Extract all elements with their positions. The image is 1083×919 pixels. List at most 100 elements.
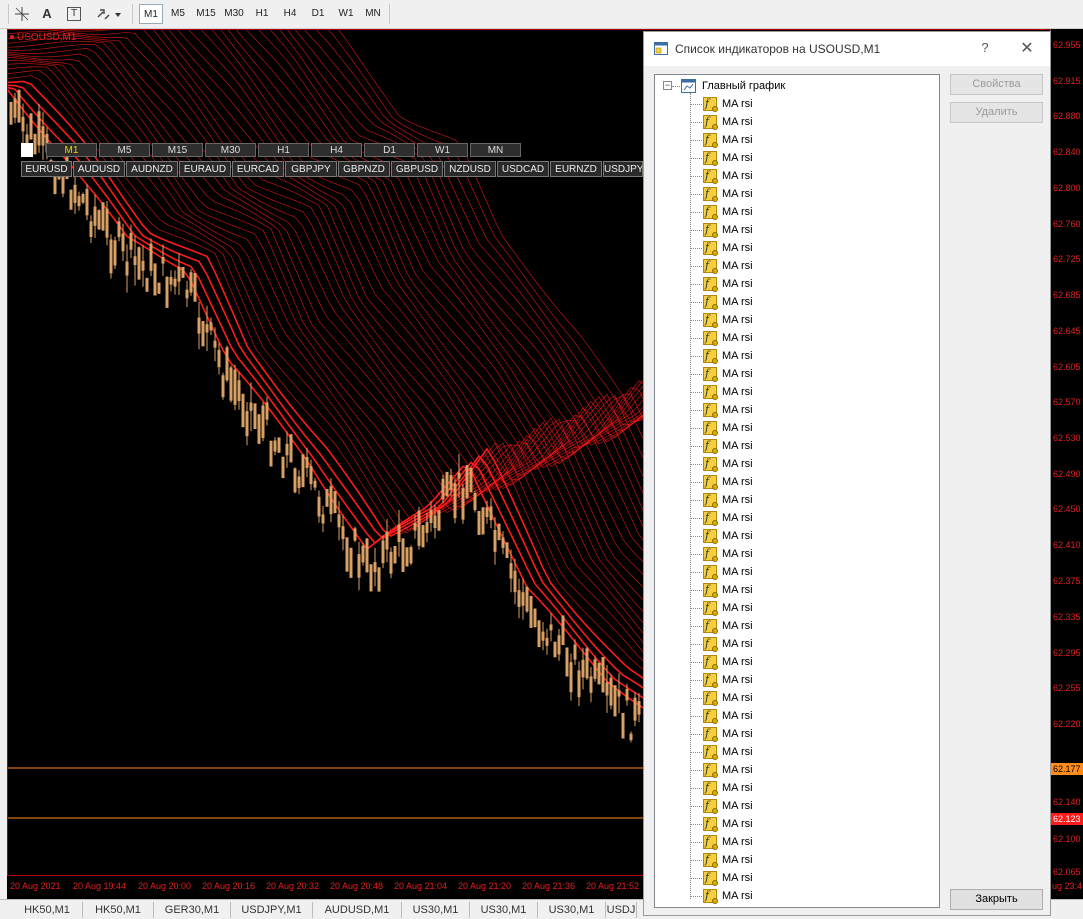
indicator-item[interactable]: f MA rsi [655, 419, 939, 437]
overlay-timeframe-m5[interactable]: M5 [99, 143, 150, 157]
overlay-symbol-audusd[interactable]: AUDUSD [73, 161, 125, 177]
indicator-item[interactable]: f MA rsi [655, 617, 939, 635]
indicator-item[interactable]: f MA rsi [655, 473, 939, 491]
indicator-label: MA rsi [722, 260, 753, 272]
indicator-item[interactable]: f MA rsi [655, 869, 939, 887]
indicator-item[interactable]: f MA rsi [655, 239, 939, 257]
delete-button[interactable]: Удалить [950, 102, 1043, 123]
indicator-item[interactable]: f MA rsi [655, 401, 939, 419]
overlay-symbol-eurusd[interactable]: EURUSD [21, 161, 72, 177]
indicator-item[interactable]: f MA rsi [655, 311, 939, 329]
overlay-timeframe-w1[interactable]: W1 [417, 143, 468, 157]
timeframe-button-w1[interactable]: W1 [335, 4, 357, 24]
indicator-item[interactable]: f MA rsi [655, 203, 939, 221]
indicator-item[interactable]: f MA rsi [655, 347, 939, 365]
chart-tab[interactable]: USDJ [606, 902, 637, 918]
timeframe-button-m15[interactable]: M15 [193, 4, 219, 24]
indicator-item[interactable]: f MA rsi [655, 365, 939, 383]
indicator-item[interactable]: f MA rsi [655, 833, 939, 851]
indicator-item[interactable]: f MA rsi [655, 131, 939, 149]
candle-body [169, 277, 173, 285]
overlay-timeframe-m30[interactable]: M30 [205, 143, 256, 157]
indicator-item[interactable]: f MA rsi [655, 527, 939, 545]
chart-tab[interactable]: AUDUSD,M1 [313, 902, 402, 918]
indicator-item[interactable]: f MA rsi [655, 275, 939, 293]
indicator-item[interactable]: f MA rsi [655, 383, 939, 401]
timeframe-button-mn[interactable]: MN [361, 4, 385, 24]
help-button[interactable]: ? [977, 40, 993, 55]
indicator-item[interactable]: f MA rsi [655, 329, 939, 347]
indicator-item[interactable]: f MA rsi [655, 167, 939, 185]
indicator-item[interactable]: f MA rsi [655, 221, 939, 239]
text-label-tool-button[interactable]: T [67, 7, 81, 21]
close-icon[interactable]: ✕ [1019, 38, 1035, 58]
indicator-item[interactable]: f MA rsi [655, 797, 939, 815]
timeframe-button-m1[interactable]: M1 [139, 4, 163, 24]
crosshair-icon[interactable] [14, 6, 30, 22]
indicator-item[interactable]: f MA rsi [655, 815, 939, 833]
indicator-item[interactable]: f MA rsi [655, 743, 939, 761]
indicator-item[interactable]: f MA rsi [655, 779, 939, 797]
indicator-item[interactable]: f MA rsi [655, 707, 939, 725]
overlay-symbol-eurnzd[interactable]: EURNZD [550, 161, 602, 177]
candle-body [389, 551, 393, 574]
chart-tab[interactable]: US30,M1 [538, 902, 606, 918]
indicator-item[interactable]: f MA rsi [655, 725, 939, 743]
overlay-timeframe-d1[interactable]: D1 [364, 143, 415, 157]
overlay-symbol-audnzd[interactable]: AUDNZD [126, 161, 178, 177]
chart-tab[interactable]: GER30,M1 [154, 902, 231, 918]
overlay-symbol-nzdusd[interactable]: NZDUSD [444, 161, 496, 177]
overlay-symbol-gbpjpy[interactable]: GBPJPY [285, 161, 337, 177]
indicator-item[interactable]: f MA rsi [655, 887, 939, 905]
timeframe-button-m5[interactable]: M5 [166, 4, 190, 24]
timeframe-button-h4[interactable]: H4 [279, 4, 301, 24]
indicator-item[interactable]: f MA rsi [655, 599, 939, 617]
indicator-item[interactable]: f MA rsi [655, 509, 939, 527]
text-tool-button[interactable]: A [39, 6, 55, 22]
overlay-symbol-eurcad[interactable]: EURCAD [232, 161, 284, 177]
indicator-item[interactable]: f MA rsi [655, 689, 939, 707]
timeframe-button-m30[interactable]: M30 [222, 4, 246, 24]
close-button[interactable]: Закрыть [950, 889, 1043, 910]
indicator-item[interactable]: f MA rsi [655, 455, 939, 473]
chart-tab[interactable]: USDJPY,M1 [231, 902, 313, 918]
indicator-item[interactable]: f MA rsi [655, 113, 939, 131]
arrows-dropdown-button[interactable] [95, 6, 123, 22]
overlay-symbol-euraud[interactable]: EURAUD [179, 161, 231, 177]
indicator-item[interactable]: f MA rsi [655, 653, 939, 671]
indicator-item[interactable]: f MA rsi [655, 563, 939, 581]
overlay-timeframe-m15[interactable]: M15 [152, 143, 203, 157]
chart-tab[interactable]: HK50,M1 [83, 902, 154, 918]
indicator-item[interactable]: f MA rsi [655, 257, 939, 275]
indicator-item[interactable]: f MA rsi [655, 851, 939, 869]
symbol-changer-toggle[interactable] [21, 143, 33, 157]
indicator-item[interactable]: f MA rsi [655, 185, 939, 203]
tree-collapse-icon[interactable]: − [663, 81, 672, 90]
indicator-item[interactable]: f MA rsi [655, 149, 939, 167]
indicator-item[interactable]: f MA rsi [655, 545, 939, 563]
timeframe-button-h1[interactable]: H1 [251, 4, 273, 24]
indicator-item[interactable]: f MA rsi [655, 635, 939, 653]
timeframe-button-d1[interactable]: D1 [307, 4, 329, 24]
chart-tab[interactable]: US30,M1 [470, 902, 538, 918]
overlay-symbol-usdjpy[interactable]: USDJPY [603, 161, 643, 177]
indicator-item[interactable]: f MA rsi [655, 437, 939, 455]
overlay-timeframe-m1[interactable]: M1 [46, 143, 97, 157]
indicator-item[interactable]: f MA rsi [655, 761, 939, 779]
properties-button[interactable]: Свойства [950, 74, 1043, 95]
overlay-symbol-gbpnzd[interactable]: GBPNZD [338, 161, 390, 177]
overlay-symbol-usdcad[interactable]: USDCAD [497, 161, 549, 177]
indicator-item[interactable]: f MA rsi [655, 581, 939, 599]
overlay-timeframe-h4[interactable]: H4 [311, 143, 362, 157]
indicator-item[interactable]: f MA rsi [655, 491, 939, 509]
indicator-item[interactable]: f Symbol changer - vspat 1.2.3 [655, 905, 939, 907]
chart-tab[interactable]: HK50,M1 [12, 902, 83, 918]
overlay-symbol-gbpusd[interactable]: GBPUSD [391, 161, 443, 177]
indicator-item[interactable]: f MA rsi [655, 293, 939, 311]
indicator-item[interactable]: f MA rsi [655, 95, 939, 113]
chart-tab[interactable]: US30,M1 [402, 902, 470, 918]
overlay-timeframe-mn[interactable]: MN [470, 143, 521, 157]
indicator-tree[interactable]: − Главный график f MA rsi f MA rsi f MA rsi f M… [654, 74, 940, 908]
overlay-timeframe-h1[interactable]: H1 [258, 143, 309, 157]
indicator-item[interactable]: f MA rsi [655, 671, 939, 689]
